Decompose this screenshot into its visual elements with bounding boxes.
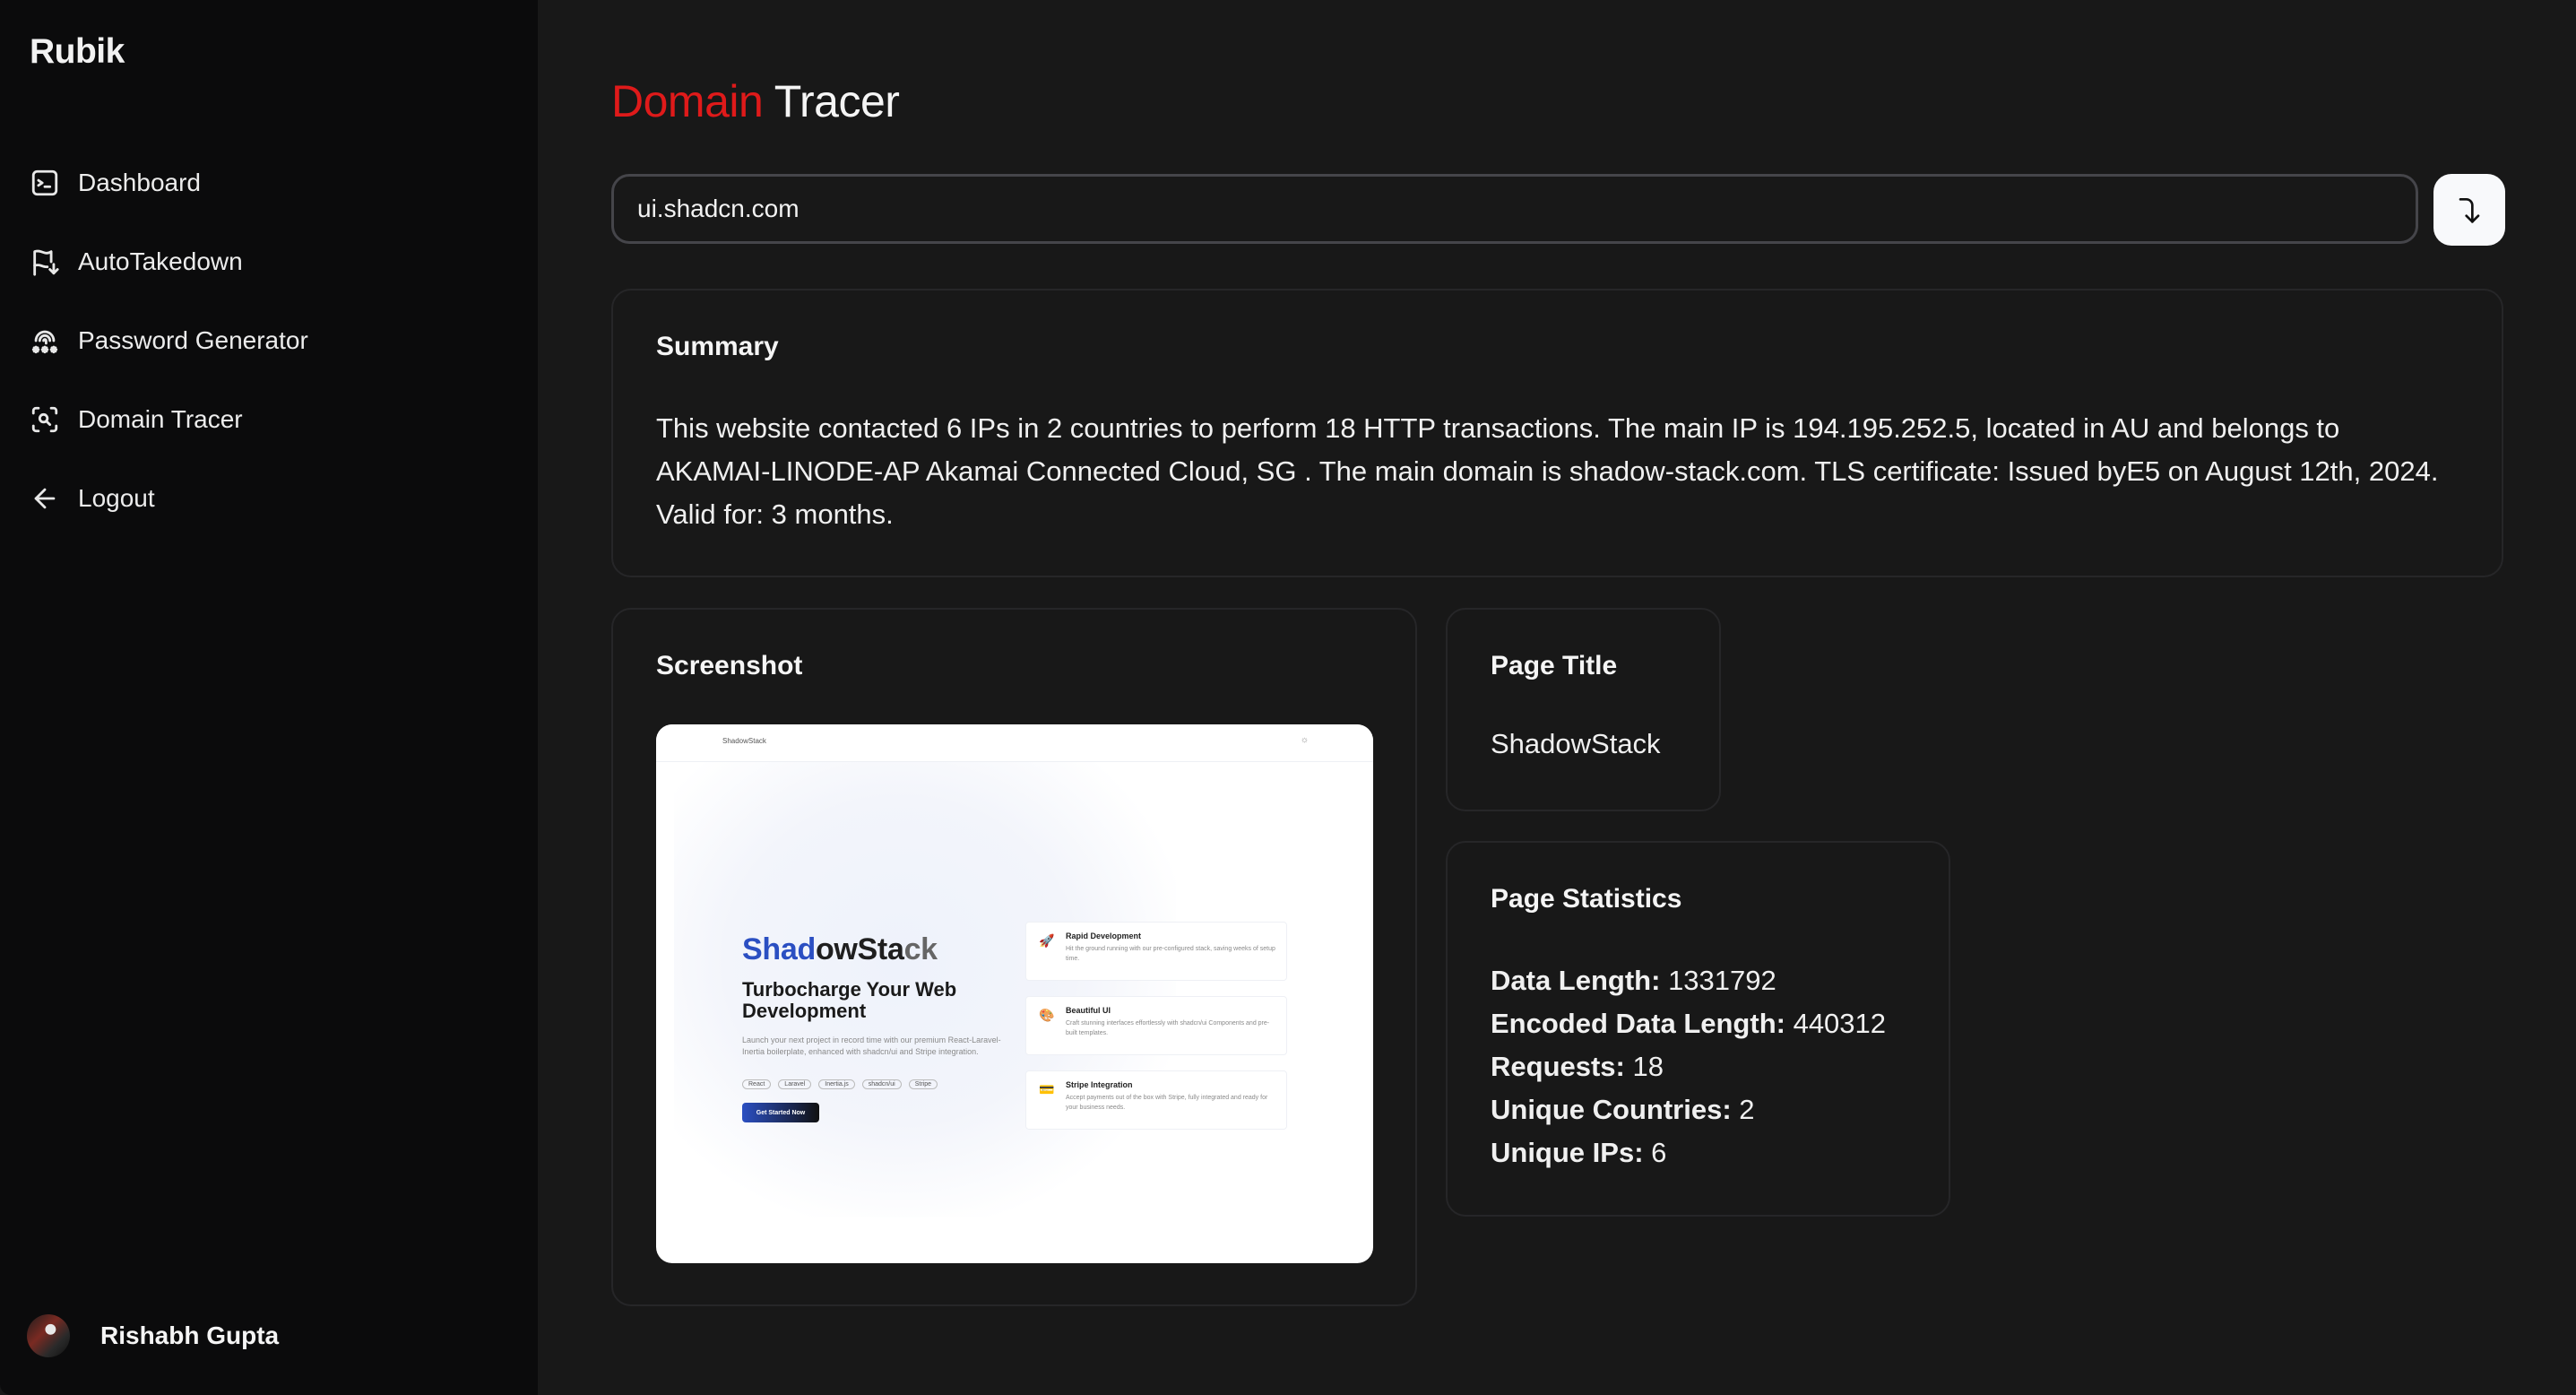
preview-headline: Turbocharge Your Web Development xyxy=(742,978,957,1022)
screenshot-title: Screenshot xyxy=(656,651,803,680)
summary-text: This website contacted 6 IPs in 2 countr… xyxy=(656,412,2439,530)
sidebar-item-autotakedown[interactable]: AutoTakedown xyxy=(30,222,514,301)
page-title-card-title: Page Title xyxy=(1491,651,1618,680)
trace-submit-button[interactable] xyxy=(2433,174,2505,246)
preview-feature-desc: Accept payments out of the box with Stri… xyxy=(1066,1095,1268,1111)
preview-logo-part: ck xyxy=(903,932,938,966)
page-title: Domain Tracer xyxy=(611,75,900,127)
brand-logo: Rubik xyxy=(30,32,125,71)
preview-tags: React Laravel Inertia.js shadcn/ui Strip… xyxy=(742,1079,938,1089)
stat-value: 2 xyxy=(1739,1094,1755,1125)
sidebar-item-domain-tracer[interactable]: Domain Tracer xyxy=(30,380,514,459)
preview-feature-title: Rapid Development xyxy=(1066,931,1142,940)
preview-cta-button: Get Started Now xyxy=(742,1103,819,1122)
preview-tag: Laravel xyxy=(778,1079,812,1089)
page-title-accent: Domain xyxy=(611,76,764,126)
sidebar-item-label: AutoTakedown xyxy=(78,247,243,275)
sidebar-item-label: Password Generator xyxy=(78,326,308,354)
stat-label: Requests: xyxy=(1491,1051,1625,1082)
app: Rubik Dashboard AutoTakedown Password Ge… xyxy=(0,0,2576,1395)
preview-feature-title: Stripe Integration xyxy=(1066,1080,1133,1089)
user-profile[interactable]: Rishabh Gupta xyxy=(27,1314,279,1357)
preview-tag: Stripe xyxy=(908,1079,938,1089)
stat-value: 440312 xyxy=(1793,1008,1887,1039)
stat-data-length: Data Length: 1331792 xyxy=(1491,959,1886,1002)
preview-navbar: ShadowStack ☼ xyxy=(656,724,1373,762)
page-statistics-card: Page Statistics Data Length: 1331792 Enc… xyxy=(1446,841,1950,1217)
preview-nav-brand: ShadowStack xyxy=(722,737,766,745)
sidebar-item-label: Dashboard xyxy=(78,169,201,196)
preview-feature-card: 💳 Stripe Integration Accept payments out… xyxy=(1025,1070,1287,1130)
preview-feature-desc: Hit the ground running with our pre-conf… xyxy=(1066,946,1275,962)
summary-title: Summary xyxy=(656,332,779,361)
preview-logo-part: owSta xyxy=(815,932,904,966)
stat-encoded-data-length: Encoded Data Length: 440312 xyxy=(1491,1002,1886,1045)
stat-label: Encoded Data Length: xyxy=(1491,1008,1785,1039)
sidebar-item-password-generator[interactable]: Password Generator xyxy=(30,301,514,380)
preview-feature-desc: Craft stunning interfaces effortlessly w… xyxy=(1066,1020,1270,1036)
preview-feature-card: 🎨 Beautiful UI Craft stunning interfaces… xyxy=(1025,996,1287,1055)
preview-feature-title: Beautiful UI xyxy=(1066,1006,1111,1015)
preview-tag: Inertia.js xyxy=(818,1079,855,1089)
terminal-square-icon xyxy=(30,168,60,198)
avatar xyxy=(27,1314,70,1357)
preview-tag: shadcn/ui xyxy=(861,1079,902,1089)
preview-description: Launch your next project in record time … xyxy=(742,1035,1001,1056)
flag-arrow-down-icon xyxy=(30,247,60,277)
sidebar: Rubik Dashboard AutoTakedown Password Ge… xyxy=(0,0,538,1395)
stat-label: Data Length: xyxy=(1491,965,1661,996)
sidebar-nav: Dashboard AutoTakedown Password Generato… xyxy=(30,143,514,538)
domain-input[interactable] xyxy=(614,177,2416,241)
preview-logo: ShadowStack xyxy=(742,932,938,967)
statistics-list: Data Length: 1331792 Encoded Data Length… xyxy=(1491,959,1886,1174)
sidebar-item-label: Logout xyxy=(78,484,155,512)
sidebar-item-logout[interactable]: Logout xyxy=(30,459,514,538)
scan-search-icon xyxy=(30,404,60,435)
screenshot-card: Screenshot ShadowStack ☼ ShadowStack Tur… xyxy=(611,608,1417,1306)
fingerprint-password-icon xyxy=(30,325,60,356)
page-title-value: ShadowStack xyxy=(1491,728,1661,759)
preview-feature-card: 🚀 Rapid Development Hit the ground runni… xyxy=(1025,922,1287,981)
page-statistics-title: Page Statistics xyxy=(1491,884,1682,914)
rocket-icon: 🚀 xyxy=(1039,933,1055,948)
stat-requests: Requests: 18 xyxy=(1491,1045,1886,1088)
palette-icon: 🎨 xyxy=(1039,1008,1055,1022)
credit-card-icon: 💳 xyxy=(1039,1082,1055,1096)
arrow-left-icon xyxy=(30,483,60,514)
stat-unique-ips: Unique IPs: 6 xyxy=(1491,1131,1886,1174)
stat-label: Unique IPs: xyxy=(1491,1137,1644,1168)
page-title-rest: Tracer xyxy=(774,76,900,126)
domain-search-field[interactable] xyxy=(611,174,2418,244)
user-name: Rishabh Gupta xyxy=(100,1321,280,1349)
stat-value: 1331792 xyxy=(1668,965,1776,996)
main-content: Domain Tracer Summary This website conta… xyxy=(538,0,2576,1395)
stat-value: 18 xyxy=(1632,1051,1664,1082)
website-screenshot[interactable]: ShadowStack ☼ ShadowStack Turbocharge Yo… xyxy=(656,724,1373,1263)
preview-tag: React xyxy=(742,1079,772,1089)
page-title-card: Page Title ShadowStack xyxy=(1446,608,1721,811)
summary-card: Summary This website contacted 6 IPs in … xyxy=(611,289,2503,577)
stat-value: 6 xyxy=(1651,1137,1667,1168)
stat-unique-countries: Unique Countries: 2 xyxy=(1491,1088,1886,1131)
preview-logo-part: Shad xyxy=(742,932,816,966)
sidebar-item-dashboard[interactable]: Dashboard xyxy=(30,143,514,222)
corner-right-down-icon xyxy=(2459,198,2480,223)
sidebar-item-label: Domain Tracer xyxy=(78,405,243,433)
sun-icon: ☼ xyxy=(1300,735,1309,745)
stat-label: Unique Countries: xyxy=(1491,1094,1732,1125)
